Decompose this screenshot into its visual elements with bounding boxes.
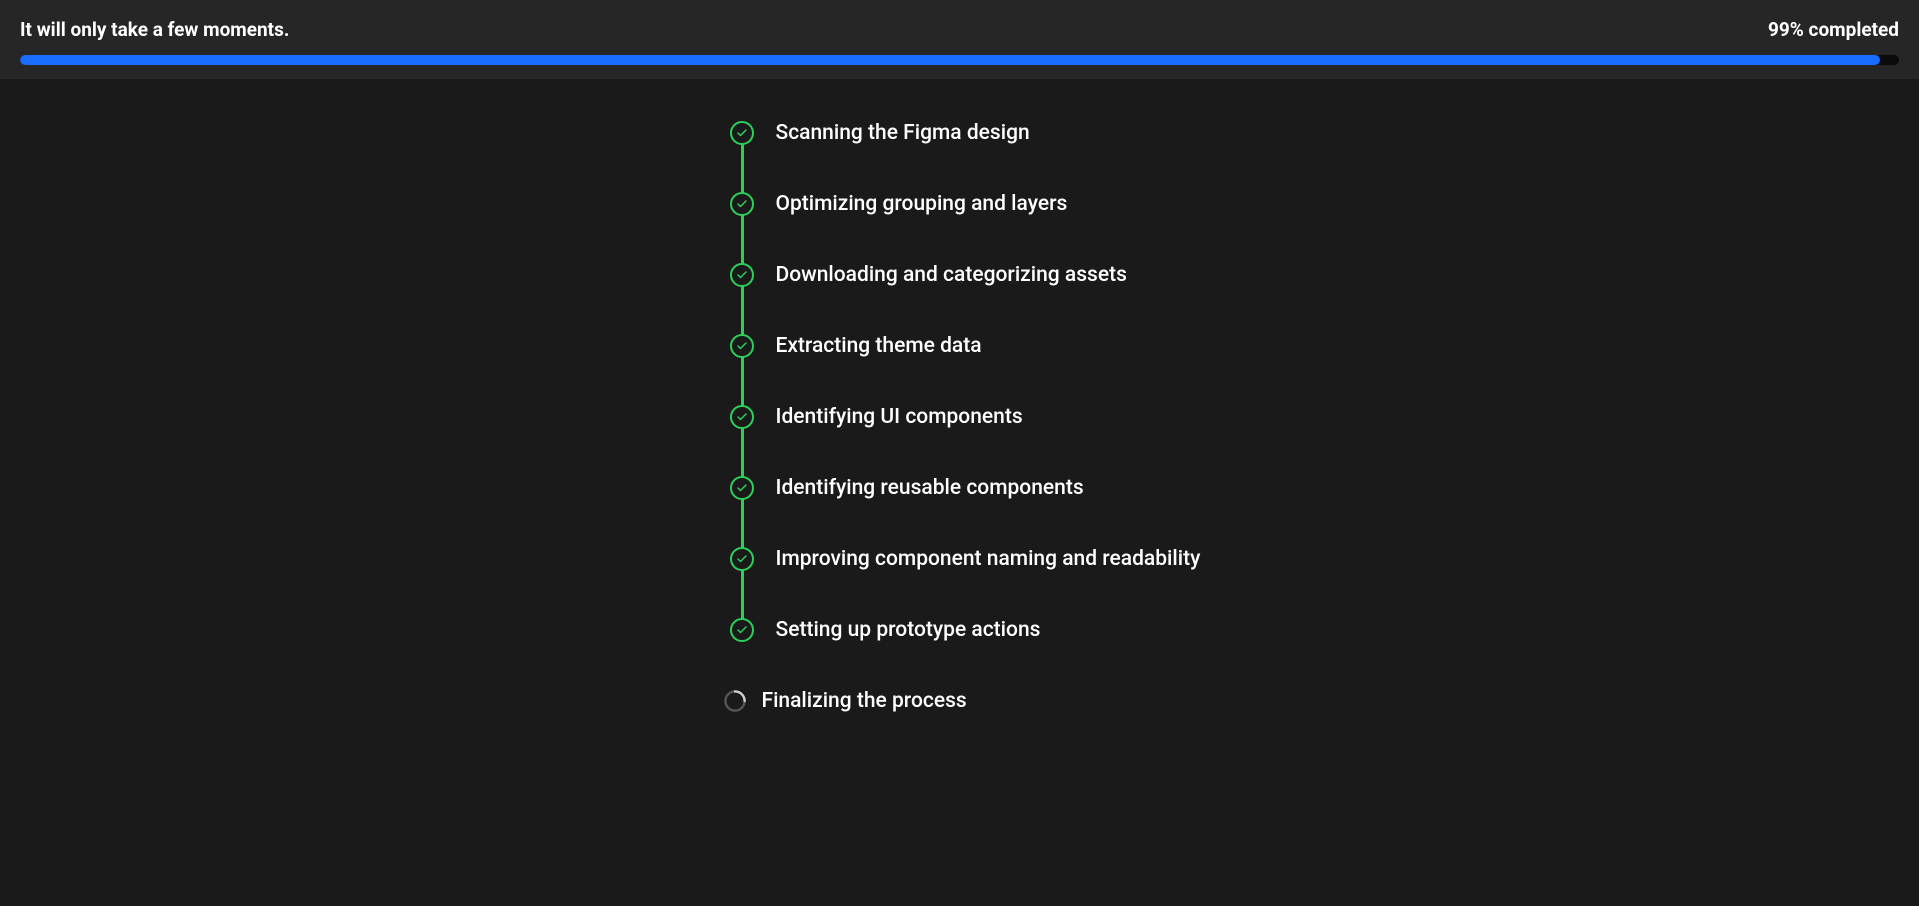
step-item: Identifying reusable components xyxy=(730,476,1270,500)
progress-bar-track xyxy=(20,55,1899,65)
header-row: It will only take a few moments. 99% com… xyxy=(20,18,1899,41)
step-item: Optimizing grouping and layers xyxy=(730,192,1270,216)
step-label: Finalizing the process xyxy=(762,689,967,713)
check-circle-icon xyxy=(730,334,754,358)
step-label: Optimizing grouping and layers xyxy=(776,192,1068,216)
step-label: Downloading and categorizing assets xyxy=(776,263,1127,287)
steps-timeline: Scanning the Figma design Optimizing grou… xyxy=(730,121,1270,713)
step-item: Finalizing the process xyxy=(730,689,1270,713)
check-circle-icon xyxy=(730,405,754,429)
check-circle-icon xyxy=(730,192,754,216)
step-item: Improving component naming and readabili… xyxy=(730,547,1270,571)
progress-header: It will only take a few moments. 99% com… xyxy=(0,0,1919,79)
step-label: Extracting theme data xyxy=(776,334,982,358)
step-label: Identifying UI components xyxy=(776,405,1023,429)
header-title: It will only take a few moments. xyxy=(20,18,289,41)
spinner-icon xyxy=(723,689,747,713)
check-circle-icon xyxy=(730,618,754,642)
step-item: Setting up prototype actions xyxy=(730,618,1270,642)
progress-bar-fill xyxy=(20,55,1880,65)
step-label: Setting up prototype actions xyxy=(776,618,1041,642)
step-item: Extracting theme data xyxy=(730,334,1270,358)
step-label: Scanning the Figma design xyxy=(776,121,1030,145)
progress-status-text: 99% completed xyxy=(1768,18,1899,41)
step-item: Identifying UI components xyxy=(730,405,1270,429)
check-circle-icon xyxy=(730,547,754,571)
step-item: Downloading and categorizing assets xyxy=(730,263,1270,287)
main-content: Scanning the Figma design Optimizing grou… xyxy=(0,79,1919,713)
check-circle-icon xyxy=(730,263,754,287)
step-label: Improving component naming and readabili… xyxy=(776,547,1201,571)
step-label: Identifying reusable components xyxy=(776,476,1084,500)
check-circle-icon xyxy=(730,121,754,145)
step-item: Scanning the Figma design xyxy=(730,121,1270,145)
check-circle-icon xyxy=(730,476,754,500)
